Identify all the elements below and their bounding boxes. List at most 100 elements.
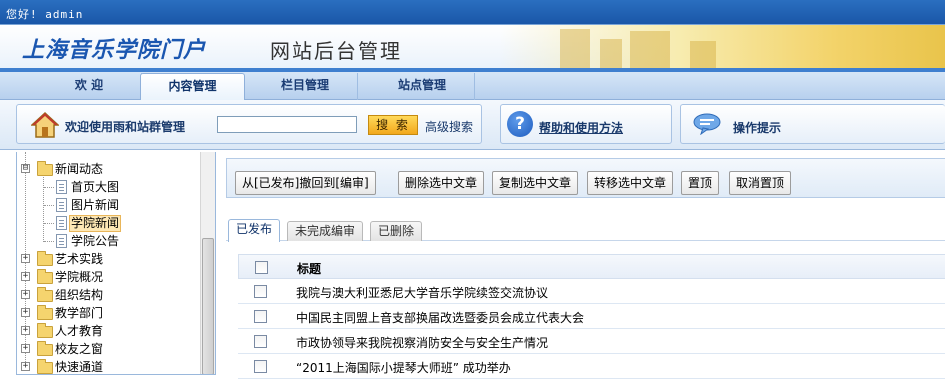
category-tree: ⊟ 新闻动态 首页大图 图片新闻 学院新闻 学院公告 + 艺术实践 + 学院概况… xyxy=(16,152,216,375)
copy-selected-button[interactable]: 复制选中文章 xyxy=(492,171,579,195)
tab-content-management[interactable]: 内容管理 xyxy=(140,73,245,100)
tree-node-photo-news[interactable]: 图片新闻 xyxy=(17,196,197,214)
site-subtitle: 网站后台管理 xyxy=(270,39,402,63)
article-title[interactable]: 市政协领导来我院视察消防安全与安全生产情况 xyxy=(296,334,548,351)
expand-icon[interactable]: + xyxy=(21,308,30,317)
header-banner: 上海音乐学院门户 网站后台管理 xyxy=(0,24,945,69)
tree-label[interactable]: 学院概况 xyxy=(55,268,103,286)
expand-icon[interactable]: + xyxy=(21,290,30,299)
search-input[interactable] xyxy=(217,116,357,133)
tab-site-management[interactable]: 站点管理 xyxy=(370,73,475,100)
expand-icon[interactable]: + xyxy=(21,254,30,263)
tree-label[interactable]: 学院公告 xyxy=(71,232,119,250)
search-button[interactable]: 搜 索 xyxy=(368,115,418,135)
building-graphic xyxy=(600,39,622,69)
tree-node-overview[interactable]: + 学院概况 xyxy=(17,268,197,286)
folder-icon xyxy=(37,305,53,320)
column-header-title: 标题 xyxy=(297,262,322,276)
table-header: 标题 xyxy=(238,254,945,279)
row-checkbox[interactable] xyxy=(254,335,267,348)
tree-label[interactable]: 新闻动态 xyxy=(55,160,103,178)
tab-welcome[interactable]: 欢 迎 xyxy=(37,73,142,100)
folder-icon xyxy=(37,161,53,176)
home-icon xyxy=(31,111,59,138)
tree-label[interactable]: 快速通道 xyxy=(55,358,103,374)
expand-icon[interactable]: + xyxy=(21,326,30,335)
row-checkbox[interactable] xyxy=(254,285,267,298)
folder-icon xyxy=(37,269,53,284)
tree-label[interactable]: 校友之窗 xyxy=(55,340,103,358)
document-icon xyxy=(56,234,67,248)
move-selected-button[interactable]: 转移选中文章 xyxy=(587,171,674,195)
tree-node-talent-education[interactable]: + 人才教育 xyxy=(17,322,197,340)
welcome-text: 欢迎使用雨和站群管理 xyxy=(65,120,186,134)
table-row[interactable]: 我院与澳大利亚悉尼大学音乐学院续签交流协议 xyxy=(238,279,945,304)
tree-node-announcements[interactable]: 学院公告 xyxy=(17,232,197,250)
expand-icon[interactable]: + xyxy=(21,272,30,281)
speech-bubble-icon xyxy=(693,113,721,135)
tree-node-teaching-departments[interactable]: + 教学部门 xyxy=(17,304,197,322)
tree-scrollbar[interactable] xyxy=(200,152,215,374)
select-all-checkbox[interactable] xyxy=(255,261,268,274)
tree-label[interactable]: 首页大图 xyxy=(71,178,119,196)
document-icon xyxy=(56,198,67,212)
tips-box: 操作提示 xyxy=(680,104,945,144)
status-tabs: 已发布 未完成编审 已删除 xyxy=(226,219,945,242)
help-box: ? 帮助和使用方法 xyxy=(500,104,672,144)
building-graphic xyxy=(560,29,590,69)
article-title[interactable]: 我院与澳大利亚悉尼大学音乐学院续签交流协议 xyxy=(296,284,548,301)
table-row[interactable]: 市政协领导来我院视察消防安全与安全生产情况 xyxy=(238,329,945,354)
delete-selected-button[interactable]: 删除选中文章 xyxy=(398,171,485,195)
tree-node-art-practice[interactable]: + 艺术实践 xyxy=(17,250,197,268)
greeting-text: 您好! admin xyxy=(6,8,84,21)
tree-label[interactable]: 组织结构 xyxy=(55,286,103,304)
table-row[interactable]: “2011上海国际小提琴大师班” 成功举办 xyxy=(238,354,945,379)
folder-icon xyxy=(37,341,53,356)
tree-label[interactable]: 教学部门 xyxy=(55,304,103,322)
row-checkbox[interactable] xyxy=(254,360,267,373)
tree-node-quick-access[interactable]: + 快速通道 xyxy=(17,358,197,374)
tree-label[interactable]: 艺术实践 xyxy=(55,250,103,268)
article-title[interactable]: 中国民主同盟上音支部换届改选暨委员会成立代表大会 xyxy=(296,309,584,326)
withdraw-to-review-button[interactable]: 从[已发布]撤回到[编审] xyxy=(235,171,376,195)
tab-column-management[interactable]: 栏目管理 xyxy=(253,73,358,100)
article-title[interactable]: “2011上海国际小提琴大师班” 成功举办 xyxy=(296,359,511,376)
help-link[interactable]: 帮助和使用方法 xyxy=(539,119,623,136)
tab-deleted[interactable]: 已删除 xyxy=(370,221,423,241)
tree-node-homepage-banner[interactable]: 首页大图 xyxy=(17,178,197,196)
scrollbar-thumb[interactable] xyxy=(202,238,214,374)
tree-node-news[interactable]: ⊟ 新闻动态 xyxy=(17,160,197,178)
expand-icon[interactable]: + xyxy=(21,362,30,371)
help-icon: ? xyxy=(507,111,533,137)
unpin-button[interactable]: 取消置顶 xyxy=(729,171,792,195)
nav-top-line xyxy=(0,68,945,72)
top-bar: 您好! admin xyxy=(0,0,945,24)
folder-icon xyxy=(37,251,53,266)
tree-label[interactable]: 图片新闻 xyxy=(71,196,119,214)
building-graphic xyxy=(690,41,716,69)
article-table: 标题 我院与澳大利亚悉尼大学音乐学院续签交流协议 中国民主同盟上音支部换届改选暨… xyxy=(238,254,945,379)
toolbar: 欢迎使用雨和站群管理 搜 索 高级搜索 ? 帮助和使用方法 操作提示 xyxy=(0,100,945,150)
tree-label[interactable]: 人才教育 xyxy=(55,322,103,340)
tree-node-organization[interactable]: + 组织结构 xyxy=(17,286,197,304)
tree-node-college-news[interactable]: 学院新闻 xyxy=(17,214,197,232)
tab-pending-review[interactable]: 未完成编审 xyxy=(287,221,364,241)
tree-node-alumni[interactable]: + 校友之窗 xyxy=(17,340,197,358)
tree-label-selected[interactable]: 学院新闻 xyxy=(69,215,122,232)
document-icon xyxy=(56,180,67,194)
expand-icon[interactable]: + xyxy=(21,344,30,353)
tips-label[interactable]: 操作提示 xyxy=(733,119,781,136)
pin-top-button[interactable]: 置顶 xyxy=(681,171,720,195)
welcome-search-box: 欢迎使用雨和站群管理 搜 索 高级搜索 xyxy=(16,104,482,144)
tab-published[interactable]: 已发布 xyxy=(228,219,281,242)
site-logo: 上海音乐学院门户 xyxy=(22,37,207,63)
building-graphic xyxy=(630,31,670,69)
folder-icon xyxy=(37,359,53,374)
collapse-icon[interactable]: ⊟ xyxy=(21,164,30,173)
folder-icon xyxy=(37,287,53,302)
row-checkbox[interactable] xyxy=(254,310,267,323)
tree-line xyxy=(44,223,54,224)
advanced-search-link[interactable]: 高级搜索 xyxy=(425,118,473,135)
tree-line xyxy=(44,241,54,242)
table-row[interactable]: 中国民主同盟上音支部换届改选暨委员会成立代表大会 xyxy=(238,304,945,329)
